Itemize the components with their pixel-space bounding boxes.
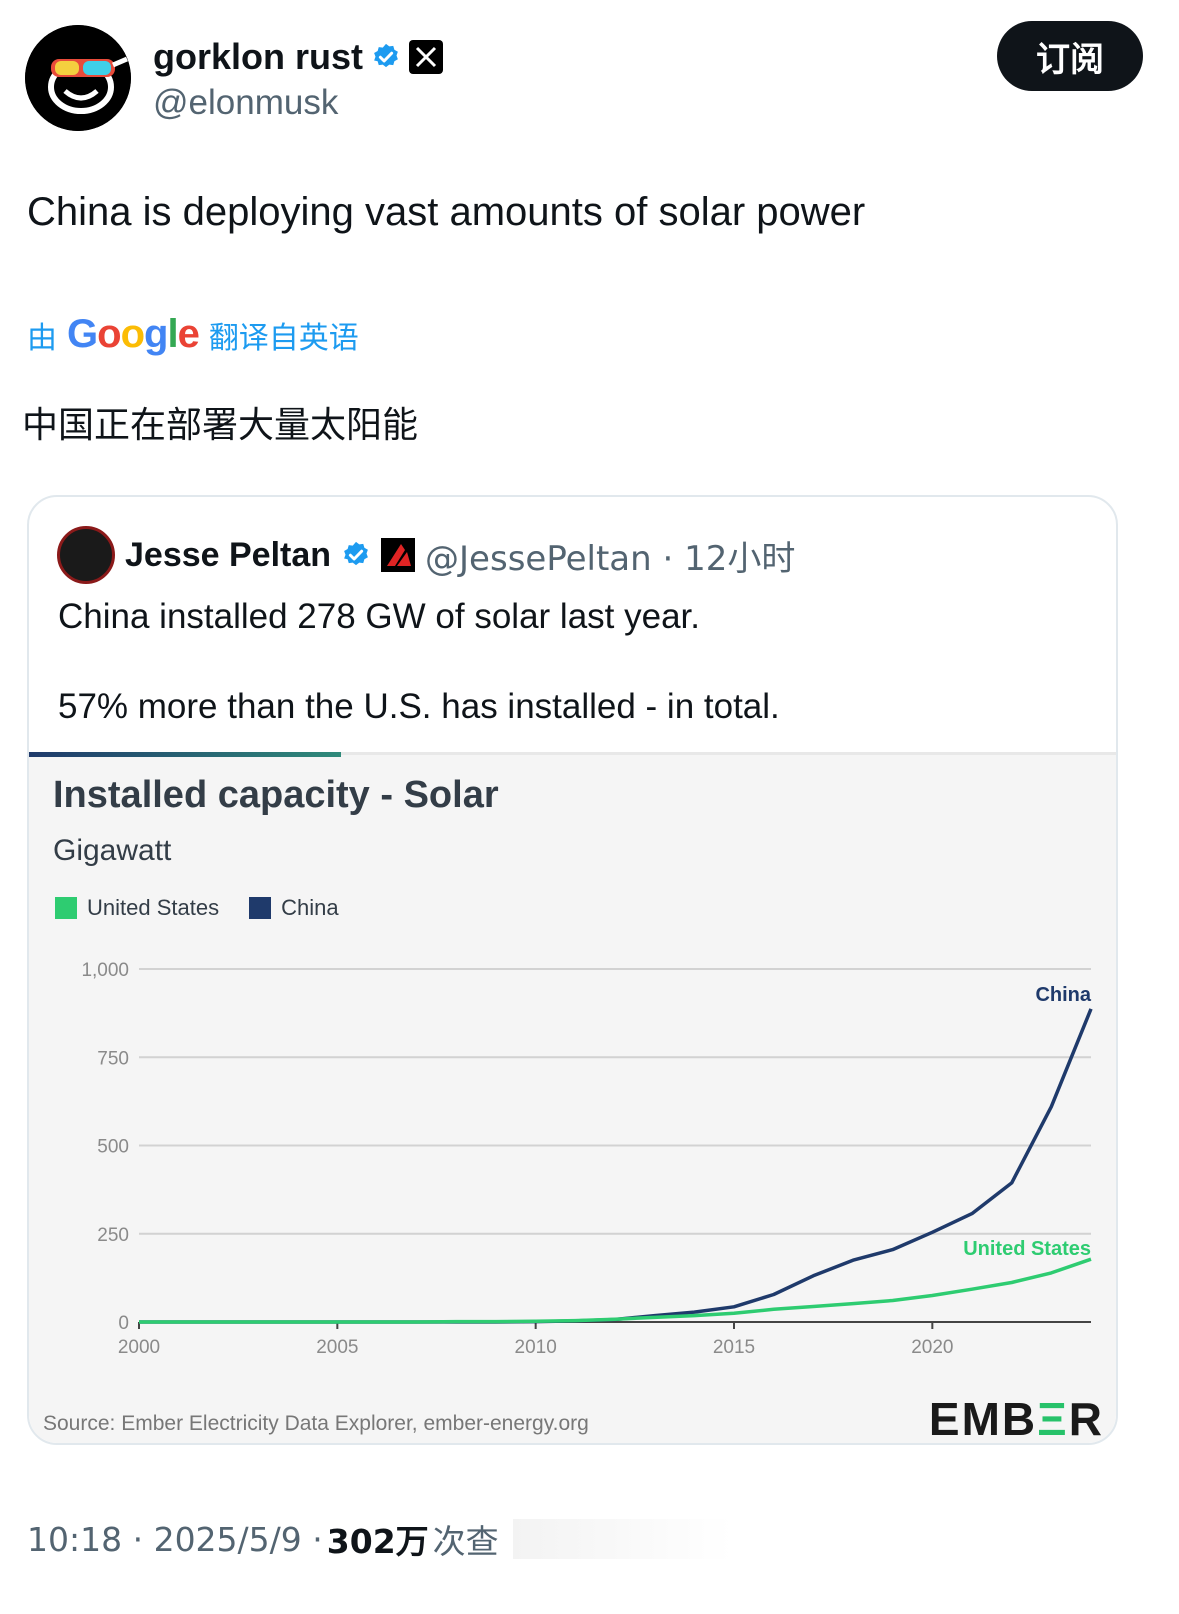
affiliate-badge-icon xyxy=(381,538,416,572)
blurred-overlay xyxy=(512,1519,733,1559)
quoted-author-name[interactable]: Jesse Peltan xyxy=(125,536,331,575)
x-tick-label: 2015 xyxy=(713,1337,755,1358)
legend-item-china: China xyxy=(249,895,339,921)
ember-logo: EMBΞR xyxy=(928,1392,1104,1445)
translated-text: 中国正在部署大量太阳能 xyxy=(22,405,419,446)
chart-image[interactable]: Installed capacity - Solar Gigawatt Unit… xyxy=(29,752,1116,1445)
series-end-label: United States xyxy=(963,1238,1091,1260)
ember-logo-pre: EMB xyxy=(928,1393,1038,1445)
ember-logo-post: R xyxy=(1068,1393,1104,1445)
author-avatar[interactable] xyxy=(25,25,131,131)
verified-badge-icon xyxy=(344,541,368,566)
quoted-author-handle-time: @JessePeltan · 12小时 xyxy=(425,538,796,579)
chart-title: Installed capacity - Solar xyxy=(53,774,499,816)
tweet-header: gorklon rust @elonmusk 订阅 xyxy=(25,21,1155,135)
line-chart: 0 250 500 750 1,000 2000 2005 2010 2015 2020 China… xyxy=(81,960,1093,1358)
quoted-tweet[interactable]: Jesse Peltan @JessePeltan · 12小时 China i… xyxy=(27,495,1118,1445)
author-handle[interactable]: @elonmusk xyxy=(153,83,338,123)
y-tick-label: 0 xyxy=(118,1313,129,1334)
author-name-row: gorklon rust xyxy=(153,35,444,79)
legend-swatch-us xyxy=(55,897,77,919)
series-end-label: China xyxy=(1035,984,1091,1006)
x-tick-label: 2020 xyxy=(911,1337,953,1358)
quoted-tweet-header: Jesse Peltan @JessePeltan · 12小时 xyxy=(57,525,795,585)
legend-item-us: United States xyxy=(55,895,219,921)
quoted-author-avatar[interactable] xyxy=(57,526,115,584)
tweet-timestamp[interactable]: 10:18 · 2025/5/9 · xyxy=(27,1520,323,1559)
x-tick-label: 2005 xyxy=(316,1337,358,1358)
x-tick-label: 2010 xyxy=(515,1337,557,1358)
series-line-united-states xyxy=(139,1257,1092,1324)
google-logo: Google xyxy=(67,312,200,356)
series-line-china xyxy=(139,1008,1093,1324)
legend-label-china: China xyxy=(281,895,339,920)
view-count-label: 次查 xyxy=(432,1522,499,1561)
quoted-text-line-1: China installed 278 GW of solar last yea… xyxy=(58,597,700,636)
chart-legend: United States China xyxy=(55,895,339,921)
tweet-text: China is deploying vast amounts of solar… xyxy=(27,190,866,234)
y-tick-label: 500 xyxy=(97,1137,129,1158)
tweet-meta: 10:18 · 2025/5/9 · 302万 次查 xyxy=(27,1515,733,1563)
verified-badge-icon xyxy=(374,43,398,68)
y-tick-label: 1,000 xyxy=(81,960,129,981)
translation-suffix: 翻译自英语 xyxy=(208,320,359,356)
translation-prefix: 由 xyxy=(27,320,57,356)
x-tick-label: 2000 xyxy=(118,1337,160,1358)
author-display-name[interactable]: gorklon rust xyxy=(153,36,363,78)
chart-source: Source: Ember Electricity Data Explorer,… xyxy=(43,1412,589,1435)
avatar-image xyxy=(25,25,131,131)
legend-swatch-china xyxy=(249,897,272,919)
chart-subtitle: Gigawatt xyxy=(53,834,172,867)
ember-logo-mid: Ξ xyxy=(1037,1393,1069,1445)
subscribe-button[interactable]: 订阅 xyxy=(997,21,1143,91)
x-logo-icon xyxy=(409,40,444,74)
translation-attribution[interactable]: 由 Google 翻译自英语 xyxy=(27,312,359,357)
y-tick-label: 750 xyxy=(97,1048,129,1069)
chart-top-accent xyxy=(29,752,341,757)
legend-label-us: United States xyxy=(87,895,220,920)
view-count: 302万 xyxy=(326,1522,429,1561)
quoted-text-line-2: 57% more than the U.S. has installed - i… xyxy=(58,687,780,726)
y-tick-label: 250 xyxy=(97,1225,129,1246)
